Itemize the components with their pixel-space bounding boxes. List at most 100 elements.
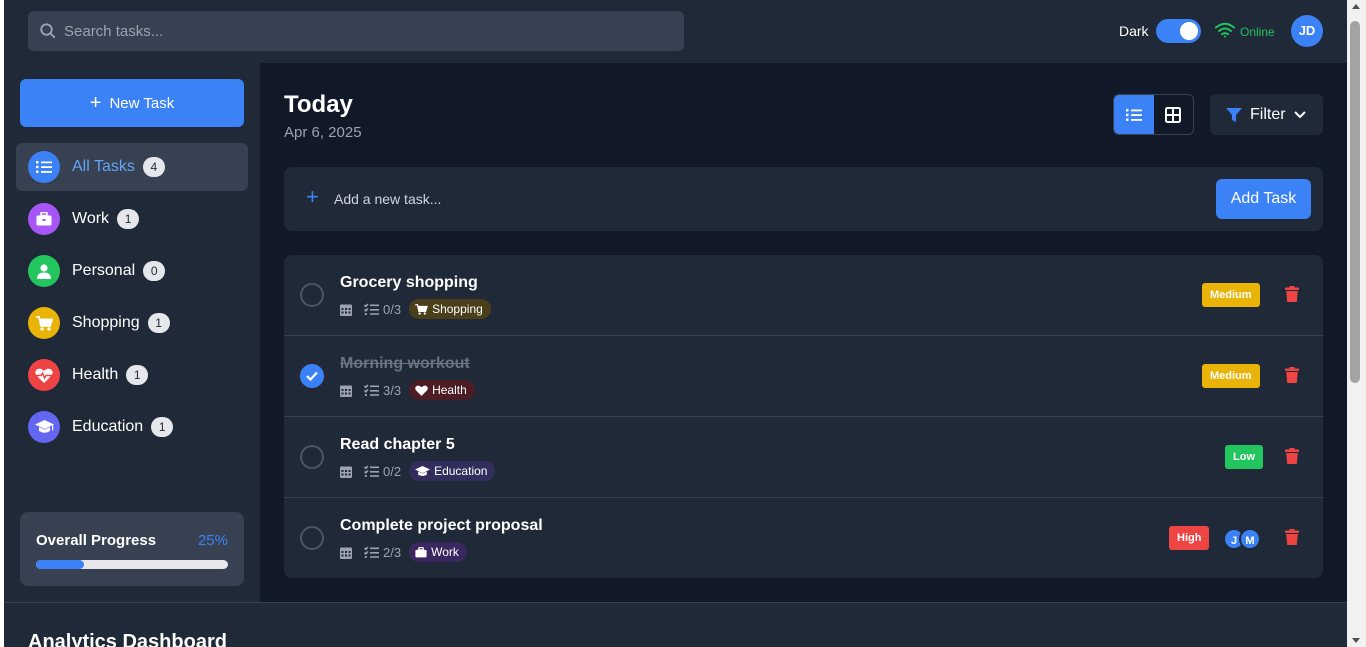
task-meta: 3/3 Health — [340, 380, 475, 400]
task-checkbox[interactable] — [300, 364, 324, 388]
list-icon — [28, 151, 60, 183]
main-content: Today Apr 6, 2025 Filter + Add Task Groc — [260, 63, 1347, 602]
app-window: Dark Online JD + New Task All Tasks 4 Wo… — [4, 0, 1347, 647]
trash-icon[interactable] — [1285, 529, 1299, 545]
view-toggle — [1113, 94, 1194, 135]
page-scrollbar[interactable] — [1347, 0, 1366, 647]
new-task-label: New Task — [109, 94, 175, 112]
trash-icon[interactable] — [1285, 286, 1299, 302]
plus-icon: + — [306, 184, 319, 209]
tag-label: Shopping — [432, 302, 483, 316]
filter-icon — [1226, 107, 1242, 122]
sidebar-item-all-tasks[interactable]: All Tasks 4 — [16, 143, 248, 191]
task-meta: 0/3 Shopping — [340, 299, 491, 319]
quick-add-bar: + Add Task — [284, 167, 1323, 231]
tag-label: Education — [434, 464, 488, 478]
count-badge: 1 — [126, 365, 149, 385]
task-row[interactable]: Morning workout 3/3 Health Medium — [284, 336, 1323, 417]
task-list: Grocery shopping 0/3 Shopping Medium Mor… — [284, 255, 1323, 578]
grid-icon — [1165, 107, 1182, 123]
count-badge: 1 — [151, 417, 174, 437]
task-row[interactable]: Grocery shopping 0/3 Shopping Medium — [284, 255, 1323, 336]
sidebar-item-education[interactable]: Education 1 — [16, 403, 248, 451]
graduation-cap-icon — [28, 411, 60, 443]
briefcase-icon — [28, 203, 60, 235]
task-title: Read chapter 5 — [340, 436, 455, 453]
calendar-icon — [340, 385, 352, 397]
grid-view-button[interactable] — [1154, 95, 1194, 134]
chevron-down-icon — [1293, 110, 1306, 118]
new-task-button[interactable]: + New Task — [20, 79, 244, 127]
category-tag: Health — [409, 380, 475, 400]
cart-icon — [415, 303, 428, 315]
category-tag: Work — [409, 542, 467, 562]
task-checkbox[interactable] — [300, 526, 324, 550]
page-date: Apr 6, 2025 — [284, 124, 362, 141]
task-meta: 0/2 Education — [340, 461, 496, 481]
sidebar: + New Task All Tasks 4 Work 1 Personal 0 — [4, 63, 260, 602]
sidebar-item-health[interactable]: Health 1 — [16, 351, 248, 399]
sidebar-item-work[interactable]: Work 1 — [16, 195, 248, 243]
subtask-count: 0/2 — [383, 463, 402, 479]
calendar-icon — [340, 466, 352, 478]
sidebar-item-label: Personal — [72, 262, 136, 279]
task-checkbox[interactable] — [300, 283, 324, 307]
progress-label: Overall Progress — [36, 532, 157, 549]
subtasks-icon — [364, 545, 379, 558]
task-title: Grocery shopping — [340, 274, 478, 291]
new-task-input[interactable] — [334, 167, 1134, 231]
connection-status: Online — [1240, 25, 1275, 39]
subtasks-icon — [364, 464, 379, 477]
scroll-down-arrow[interactable] — [1352, 638, 1360, 643]
search-input[interactable] — [64, 11, 664, 51]
task-meta: 2/3 Work — [340, 542, 467, 562]
scroll-thumb[interactable] — [1350, 21, 1360, 383]
sidebar-item-label: All Tasks — [72, 158, 135, 175]
trash-icon[interactable] — [1285, 367, 1299, 383]
subtask-count: 3/3 — [383, 382, 402, 398]
count-badge: 1 — [147, 313, 170, 333]
sidebar-item-shopping[interactable]: Shopping 1 — [16, 299, 248, 347]
sidebar-item-personal[interactable]: Personal 0 — [16, 247, 248, 295]
calendar-icon — [340, 304, 352, 316]
analytics-section: Analytics Dashboard — [4, 602, 1347, 647]
top-bar: Dark Online JD — [4, 0, 1347, 63]
task-row[interactable]: Complete project proposal 2/3 Work High … — [284, 498, 1323, 578]
count-badge: 0 — [143, 261, 166, 281]
progress-bar-fill — [36, 560, 84, 569]
plus-icon: + — [89, 92, 102, 114]
category-tag: Education — [409, 461, 496, 481]
count-badge: 4 — [142, 157, 165, 177]
check-icon — [306, 371, 318, 381]
filter-label: Filter — [1250, 105, 1286, 123]
assignee-avatar[interactable]: M — [1239, 528, 1261, 550]
task-checkbox[interactable] — [300, 445, 324, 469]
priority-badge: Medium — [1202, 283, 1260, 307]
trash-icon[interactable] — [1285, 448, 1299, 464]
analytics-title: Analytics Dashboard — [28, 631, 227, 647]
list-view-button[interactable] — [1114, 95, 1154, 134]
user-icon — [28, 255, 60, 287]
overall-progress-card: Overall Progress 25% — [20, 512, 244, 586]
sidebar-item-label: Health — [72, 366, 119, 383]
subtasks-icon — [364, 302, 379, 315]
scroll-up-arrow[interactable] — [1352, 4, 1360, 9]
search-icon — [40, 23, 56, 39]
wifi-icon — [1215, 22, 1235, 38]
task-row[interactable]: Read chapter 5 0/2 Education Low — [284, 417, 1323, 498]
priority-badge: High — [1169, 526, 1210, 550]
toggle-knob — [1180, 22, 1198, 40]
dark-mode-toggle[interactable] — [1156, 19, 1201, 43]
subtasks-icon — [364, 383, 379, 396]
search-box[interactable] — [28, 11, 684, 51]
heartbeat-icon — [28, 359, 60, 391]
calendar-icon — [340, 547, 352, 559]
tag-label: Work — [431, 545, 459, 559]
sidebar-item-label: Shopping — [72, 314, 140, 331]
sidebar-item-label: Education — [72, 418, 144, 435]
filter-button[interactable]: Filter — [1210, 94, 1323, 135]
add-task-button[interactable]: Add Task — [1216, 179, 1311, 219]
user-avatar[interactable]: JD — [1291, 15, 1323, 47]
cart-icon — [28, 307, 60, 339]
graduation-cap-icon — [415, 465, 431, 476]
